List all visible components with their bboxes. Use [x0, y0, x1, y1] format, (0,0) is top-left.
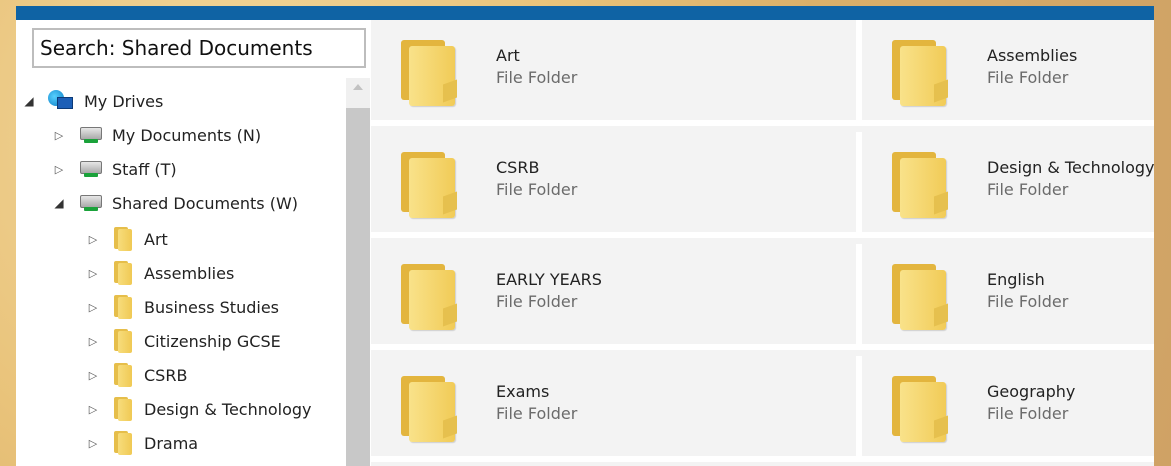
folder-icon	[112, 363, 134, 387]
expand-icon[interactable]: ▷	[86, 267, 100, 280]
folder-icon	[112, 227, 134, 251]
tree-item-staff[interactable]: ▷ Staff (T)	[52, 156, 177, 182]
folder-type: File Folder	[496, 404, 578, 423]
tree-item-label: Shared Documents (W)	[112, 193, 299, 213]
file-explorer-window: Search: Shared Documents ◢ My Drives ▷ M…	[16, 20, 1154, 466]
search-input[interactable]: Search: Shared Documents	[32, 28, 366, 68]
folder-icon	[401, 152, 457, 218]
folder-tile[interactable]: EARLY YEARS File Folder	[371, 244, 856, 350]
folder-icon	[401, 376, 457, 442]
expand-icon[interactable]: ▷	[86, 233, 100, 246]
network-drive-icon	[78, 159, 102, 179]
tree-item-label: Drama	[144, 433, 199, 453]
expand-icon[interactable]: ▷	[86, 369, 100, 382]
collapse-icon[interactable]: ◢	[22, 94, 36, 108]
tree-item-label: My Documents (N)	[112, 125, 262, 145]
folder-type: File Folder	[496, 292, 578, 311]
folder-type: File Folder	[496, 68, 578, 87]
folder-icon	[112, 295, 134, 319]
tree-item-folder[interactable]: ▷ CSRB	[86, 362, 187, 388]
folder-type: File Folder	[987, 180, 1069, 199]
folder-icon	[401, 264, 457, 330]
network-drive-icon	[78, 193, 102, 213]
tree-item-label: My Drives	[84, 91, 164, 111]
folder-type: File Folder	[987, 68, 1069, 87]
expand-icon[interactable]: ▷	[86, 437, 100, 450]
tree-item-folder[interactable]: ▷ Business Studies	[86, 294, 279, 320]
folder-name: Design & Technology	[987, 158, 1154, 177]
folder-name: CSRB	[496, 158, 540, 177]
folder-tile[interactable]: Assemblies File Folder	[856, 20, 1154, 126]
folder-icon	[892, 40, 948, 106]
tree-item-label: Citizenship GCSE	[144, 331, 281, 351]
folder-type: File Folder	[987, 404, 1069, 423]
folder-name: Art	[496, 46, 520, 65]
folder-name: Geography	[987, 382, 1076, 401]
globe-network-icon	[48, 90, 74, 112]
tree-item-label: CSRB	[144, 365, 188, 385]
tree-item-label: Business Studies	[144, 297, 279, 317]
expand-icon[interactable]: ▷	[86, 335, 100, 348]
tree-item-folder[interactable]: ▷ Art	[86, 226, 168, 252]
tree-item-label: Staff (T)	[112, 159, 177, 179]
folder-tile[interactable]: English File Folder	[856, 244, 1154, 350]
folder-name: Assemblies	[987, 46, 1078, 65]
network-drive-icon	[78, 125, 102, 145]
folder-name: EARLY YEARS	[496, 270, 602, 289]
expand-icon[interactable]: ▷	[86, 301, 100, 314]
tree-item-label: Assemblies	[144, 263, 235, 283]
expand-icon[interactable]: ▷	[86, 403, 100, 416]
folder-icon	[401, 40, 457, 106]
folder-type: File Folder	[496, 180, 578, 199]
folder-name: English	[987, 270, 1045, 289]
tree-item-folder[interactable]: ▷ Assemblies	[86, 260, 234, 286]
tree-item-folder[interactable]: ▷ Citizenship GCSE	[86, 328, 281, 354]
tree-item-label: Art	[144, 229, 168, 249]
tree-item-my-documents[interactable]: ▷ My Documents (N)	[52, 122, 261, 148]
folder-grid: Art File Folder Assemblies File Folder C…	[371, 20, 1154, 466]
title-bar	[16, 6, 1154, 20]
folder-icon	[112, 397, 134, 421]
folder-icon	[892, 152, 948, 218]
folder-tile[interactable]: Design & Technology File Folder	[856, 132, 1154, 238]
folder-name: Exams	[496, 382, 550, 401]
folder-tile[interactable]: Art File Folder	[371, 20, 856, 126]
folder-tile[interactable]: CSRB File Folder	[371, 132, 856, 238]
expand-icon[interactable]: ▷	[52, 129, 66, 142]
tree-item-my-drives[interactable]: ◢ My Drives	[22, 88, 163, 114]
scroll-thumb[interactable]	[346, 108, 370, 466]
folder-icon	[892, 376, 948, 442]
folder-icon	[892, 264, 948, 330]
tree-item-label: Design & Technology	[144, 399, 312, 419]
folder-tile[interactable]: Geography File Folder	[856, 356, 1154, 462]
folder-tile[interactable]: Exams File Folder	[371, 356, 856, 462]
tree-item-shared-documents[interactable]: ◢ Shared Documents (W)	[52, 190, 298, 216]
folder-type: File Folder	[987, 292, 1069, 311]
expand-icon[interactable]: ▷	[52, 163, 66, 176]
scroll-up-arrow-icon[interactable]	[353, 84, 363, 90]
folder-icon	[112, 329, 134, 353]
navigation-tree: Search: Shared Documents ◢ My Drives ▷ M…	[16, 20, 371, 466]
collapse-icon[interactable]: ◢	[52, 196, 66, 210]
tree-scrollbar[interactable]	[346, 78, 370, 466]
tree-item-folder[interactable]: ▷ Design & Technology	[86, 396, 312, 422]
folder-icon	[112, 431, 134, 455]
tree-item-folder[interactable]: ▷ Drama	[86, 430, 198, 456]
folder-icon	[112, 261, 134, 285]
